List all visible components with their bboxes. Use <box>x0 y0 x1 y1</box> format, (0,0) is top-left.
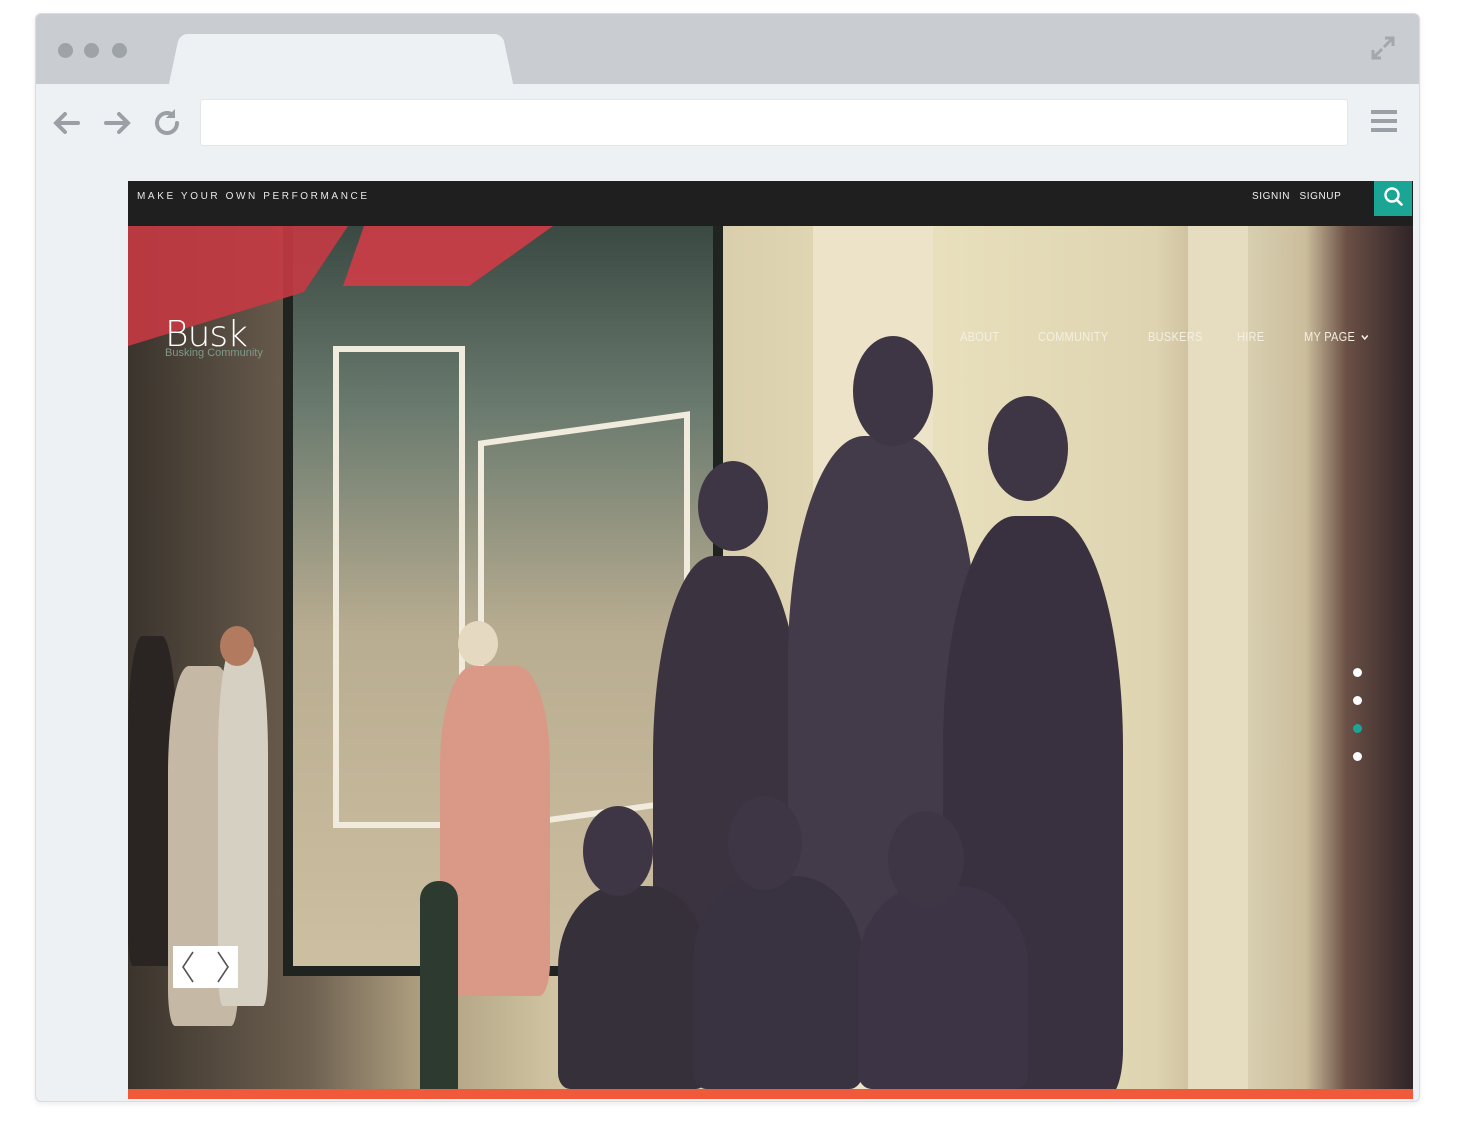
window-close-dot[interactable] <box>58 43 73 58</box>
slider-arrows <box>173 946 238 988</box>
bollard <box>420 881 458 1096</box>
window-maximize-dot[interactable] <box>112 43 127 58</box>
nav-my-page[interactable]: MY PAGE <box>1304 329 1369 344</box>
slider-next-arrow-icon[interactable] <box>206 946 238 988</box>
tagline: MAKE YOUR OWN PERFORMANCE <box>137 191 370 202</box>
slider-dot-2[interactable] <box>1353 696 1362 705</box>
auth-links: SIGNIN SIGNUP <box>1252 191 1347 202</box>
slider-dot-4[interactable] <box>1353 752 1362 761</box>
signup-link[interactable]: SIGNUP <box>1299 191 1341 202</box>
address-bar[interactable] <box>200 99 1348 146</box>
hero-slide-image: Busk Busking Community ABOUT COMMUNITY B… <box>128 226 1413 1096</box>
browser-toolbar <box>36 84 1419 172</box>
bottom-accent-bar <box>128 1089 1413 1099</box>
back-arrow-icon[interactable] <box>50 106 84 140</box>
slider-prev-arrow-icon[interactable] <box>173 946 205 988</box>
search-icon <box>1384 187 1403 206</box>
fullscreen-icon[interactable] <box>1369 34 1397 62</box>
nav-about[interactable]: ABOUT <box>960 329 999 344</box>
chevron-down-icon <box>1361 334 1369 341</box>
top-bar: MAKE YOUR OWN PERFORMANCE SIGNIN SIGNUP <box>128 181 1413 226</box>
signin-link[interactable]: SIGNIN <box>1252 191 1290 202</box>
browser-tab-strip <box>36 14 1419 86</box>
hamburger-menu-icon[interactable] <box>1371 106 1397 136</box>
nav-community[interactable]: COMMUNITY <box>1038 329 1108 344</box>
slider-pagination <box>1353 668 1363 780</box>
slider-dot-1[interactable] <box>1353 668 1362 677</box>
shop-display <box>1248 226 1413 1089</box>
nav-my-page-label: MY PAGE <box>1304 329 1356 344</box>
nav-hire[interactable]: HIRE <box>1237 329 1264 344</box>
reload-icon[interactable] <box>150 106 184 140</box>
nav-buskers[interactable]: BUSKERS <box>1148 329 1203 344</box>
browser-tab[interactable] <box>186 34 496 86</box>
window-minimize-dot[interactable] <box>84 43 99 58</box>
slider-dot-3[interactable] <box>1353 724 1362 733</box>
forward-arrow-icon[interactable] <box>100 106 134 140</box>
site-logo-subtitle: Busking Community <box>165 347 263 359</box>
search-button[interactable] <box>1374 181 1412 216</box>
website-viewport: MAKE YOUR OWN PERFORMANCE SIGNIN SIGNUP <box>128 181 1413 1099</box>
